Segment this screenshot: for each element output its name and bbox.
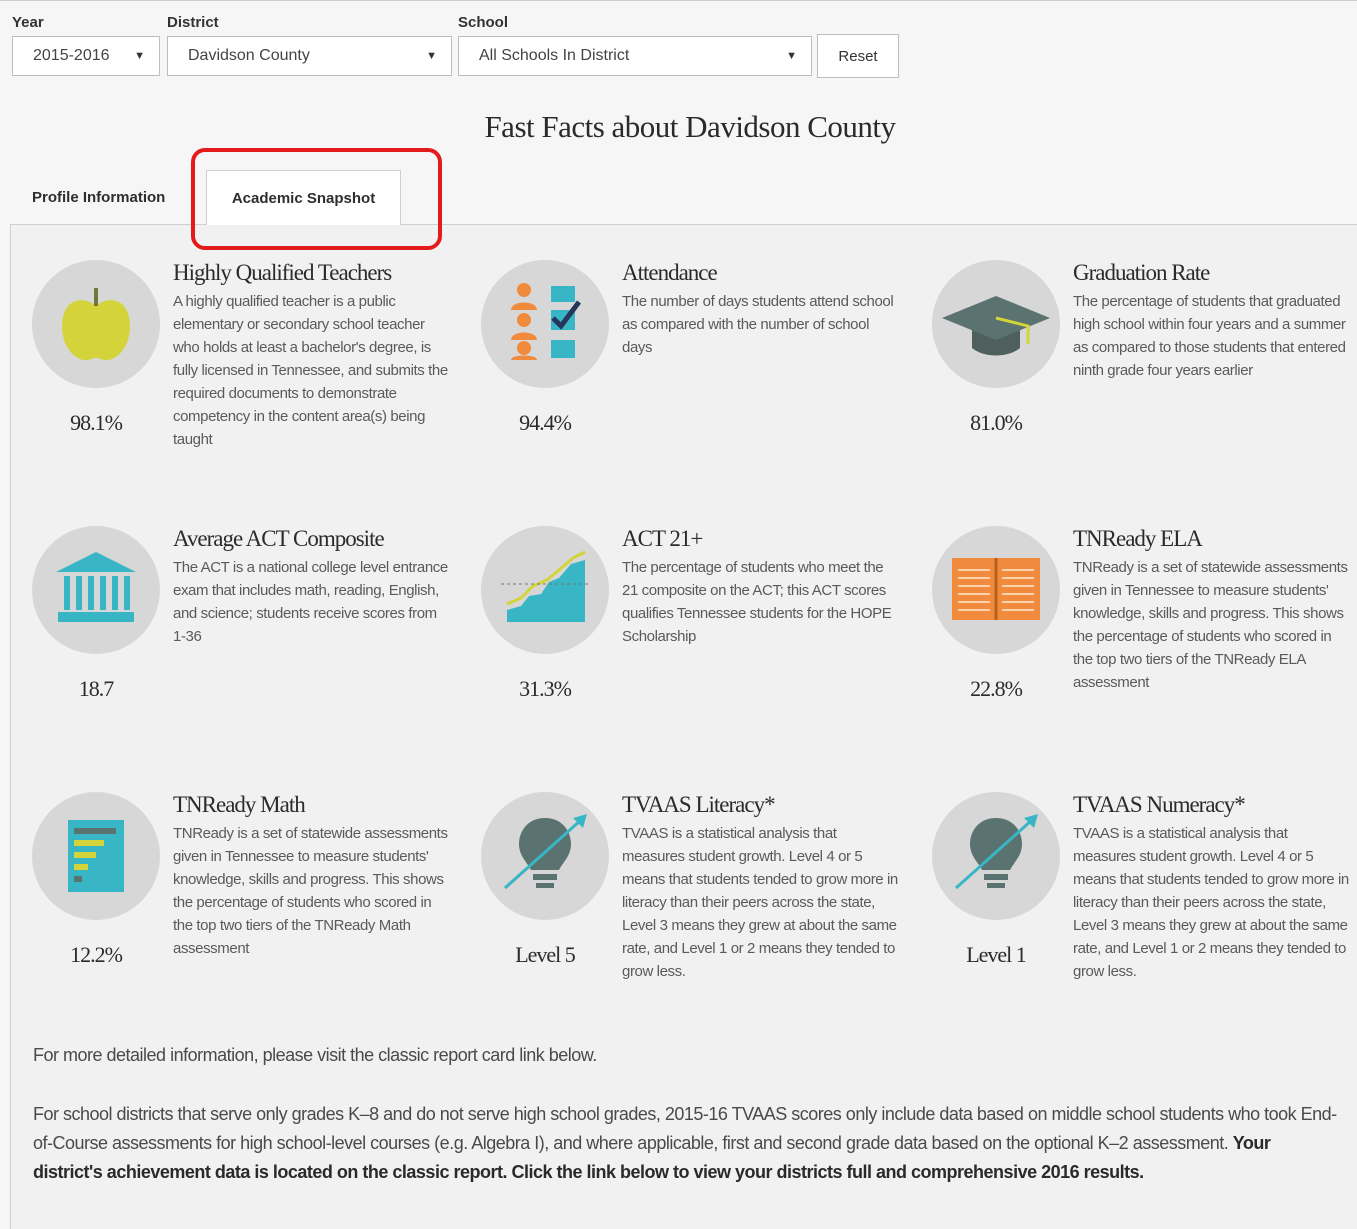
graduation-cap-icon xyxy=(942,296,1050,356)
card-tnready-math: TNReady Math TNReady is a set of statewi… xyxy=(32,792,472,1042)
card-description: The percentage of students who meet the … xyxy=(622,559,892,645)
card-value: 81.0% xyxy=(970,410,1023,435)
district-label: District xyxy=(167,14,219,31)
card-description: The percentage of students that graduate… xyxy=(1073,293,1346,379)
chevron-down-icon: ▼ xyxy=(134,50,145,62)
card-title: ACT 21+ xyxy=(622,526,703,551)
card-title: Average ACT Composite xyxy=(173,526,385,551)
district-value: Davidson County xyxy=(188,47,310,64)
year-label: Year xyxy=(12,14,44,31)
growth-chart-icon xyxy=(501,550,591,622)
math-worksheet-icon xyxy=(68,820,124,892)
school-label: School xyxy=(458,14,509,31)
card-value: 12.2% xyxy=(70,942,123,967)
card-act-21-plus: ACT 21+ The percentage of students who m… xyxy=(481,526,921,776)
lightbulb-growth-icon xyxy=(503,814,587,890)
card-title: TVAAS Literacy* xyxy=(622,792,776,817)
card-tvaas-literacy: TVAAS Literacy* TVAAS is a statistical a… xyxy=(481,792,921,1042)
open-book-icon xyxy=(952,558,1040,620)
year-select[interactable]: 2015-2016 ▼ xyxy=(12,36,160,76)
card-value: 18.7 xyxy=(78,676,115,701)
card-value: 22.8% xyxy=(970,676,1023,701)
card-description: The number of days students attend schoo… xyxy=(622,293,894,356)
apple-icon xyxy=(62,288,130,361)
card-value: 31.3% xyxy=(519,676,572,701)
year-value: 2015-2016 xyxy=(33,47,110,64)
card-title: Highly Qualified Teachers xyxy=(173,260,392,285)
footnote-k8-districts: For school districts that serve only gra… xyxy=(33,1100,1343,1187)
footnote-classic-report: For more detailed information, please vi… xyxy=(33,1045,597,1065)
card-attendance: Attendance The number of days students a… xyxy=(481,260,921,510)
card-value: Level 1 xyxy=(966,942,1027,967)
card-value: 94.4% xyxy=(519,410,572,435)
card-value: 98.1% xyxy=(70,410,123,435)
card-tvaas-numeracy: TVAAS Numeracy* TVAAS is a statistical a… xyxy=(932,792,1357,1042)
card-value: Level 5 xyxy=(515,942,576,967)
card-tnready-ela: TNReady ELA TNReady is a set of statewid… xyxy=(932,526,1357,776)
card-description: TVAAS is a statistical analysis that mea… xyxy=(622,825,898,980)
school-select[interactable]: All Schools In District ▼ xyxy=(458,36,812,76)
card-description: The ACT is a national college level entr… xyxy=(173,559,448,645)
highlight-annotation xyxy=(191,148,442,250)
school-value: All Schools In District xyxy=(479,47,630,64)
card-title: TNReady Math xyxy=(173,792,306,817)
page-title: Fast Facts about Davidson County xyxy=(484,109,896,144)
lightbulb-growth-icon xyxy=(954,814,1038,890)
card-description: A highly qualified teacher is a public e… xyxy=(173,293,448,448)
card-description: TVAAS is a statistical analysis that mea… xyxy=(1073,825,1349,980)
card-average-act-composite: Average ACT Composite The ACT is a natio… xyxy=(32,526,472,776)
footnote-text: For school districts that serve only gra… xyxy=(33,1104,1337,1153)
college-building-icon xyxy=(56,552,136,622)
reset-button[interactable]: Reset xyxy=(817,34,899,78)
chevron-down-icon: ▼ xyxy=(426,50,437,62)
card-highly-qualified-teachers: Highly Qualified Teachers A highly quali… xyxy=(32,260,472,510)
attendance-checklist-icon xyxy=(511,283,581,360)
card-title: TNReady ELA xyxy=(1073,526,1203,551)
card-description: TNReady is a set of statewide assessment… xyxy=(173,825,448,957)
card-title: TVAAS Numeracy* xyxy=(1073,792,1246,817)
card-title: Attendance xyxy=(622,260,718,285)
tab-profile-information[interactable]: Profile Information xyxy=(32,189,165,206)
district-select[interactable]: Davidson County ▼ xyxy=(167,36,452,76)
card-graduation-rate: Graduation Rate The percentage of studen… xyxy=(932,260,1357,510)
card-description: TNReady is a set of statewide assessment… xyxy=(1073,559,1348,691)
filter-bar: Year 2015-2016 ▼ District Davidson Count… xyxy=(0,0,1357,89)
card-title: Graduation Rate xyxy=(1073,260,1210,285)
chevron-down-icon: ▼ xyxy=(786,50,797,62)
